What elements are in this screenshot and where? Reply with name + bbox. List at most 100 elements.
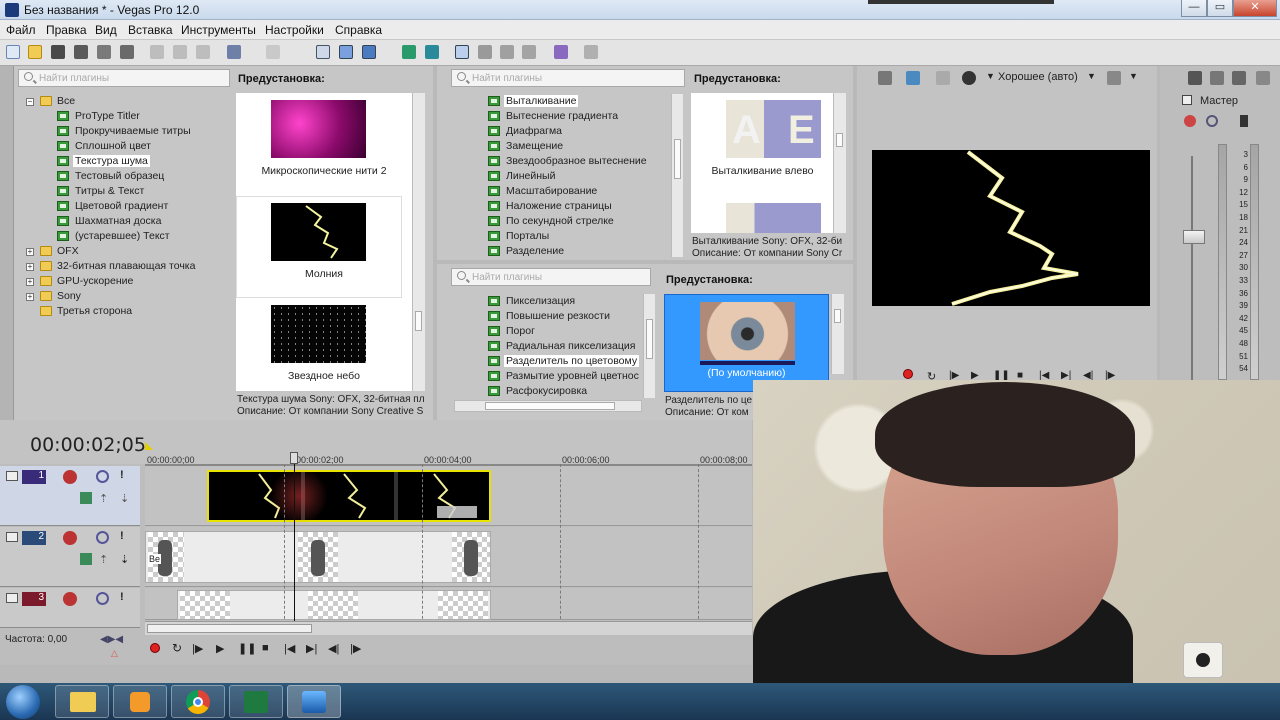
mute-track-icon[interactable]: [96, 531, 109, 544]
play-from-start-icon[interactable]: |▶: [192, 642, 203, 655]
expand-icon[interactable]: +: [26, 293, 34, 301]
video-clip-robot[interactable]: Ве: [145, 531, 491, 583]
record-icon[interactable]: [903, 369, 913, 379]
external-monitor-icon[interactable]: [906, 71, 920, 85]
quality-dropdown[interactable]: Хорошее (авто): [998, 71, 1078, 83]
go-to-end-icon[interactable]: ▶|: [306, 642, 317, 655]
tree-item[interactable]: Шахматная доска: [75, 215, 161, 227]
transition-item[interactable]: Вытеснение градиента: [506, 110, 618, 122]
maximize-button[interactable]: ▭: [1207, 0, 1233, 17]
taskbar-excel[interactable]: [229, 685, 283, 718]
track-fx-icon[interactable]: [63, 470, 77, 484]
scroll-thumb[interactable]: [836, 133, 843, 147]
clip-fx-icons[interactable]: [437, 506, 477, 518]
fx-item[interactable]: Порог: [506, 325, 535, 337]
crossfade-icon[interactable]: [425, 45, 439, 59]
mixer-icon[interactable]: [1188, 71, 1202, 85]
plugin-search[interactable]: Найти плагины: [451, 69, 685, 87]
tree-item[interactable]: ProType Titler: [75, 110, 140, 122]
save-icon[interactable]: [51, 45, 65, 59]
paint-icon[interactable]: [554, 45, 568, 59]
transition-item-selected[interactable]: Выталкивание: [504, 95, 579, 107]
tree-item-folder[interactable]: Sony: [57, 290, 81, 302]
mute-icon[interactable]: [1256, 71, 1270, 85]
tree-item[interactable]: Цветовой градиент: [75, 200, 168, 212]
parent-icon[interactable]: ⇡: [99, 492, 108, 505]
menu-settings[interactable]: Настройки: [265, 23, 324, 37]
chevron-down-icon[interactable]: ▼: [1087, 71, 1096, 81]
presets-scrollbar[interactable]: [831, 294, 844, 374]
selection-tool-icon[interactable]: [500, 45, 514, 59]
rate-slider-icon[interactable]: ◀▶◀: [100, 634, 123, 645]
scroll-thumb[interactable]: [415, 311, 422, 331]
loop-icon[interactable]: ↻: [172, 641, 182, 655]
close-button[interactable]: ✕: [1233, 0, 1277, 17]
chevron-down-icon[interactable]: ▼: [1129, 71, 1138, 81]
prev-frame-icon[interactable]: ◀|: [328, 642, 339, 655]
tree-item-all[interactable]: Все: [57, 95, 75, 107]
preset-thumbnail[interactable]: A E: [726, 100, 821, 158]
transition-item[interactable]: Разделение: [506, 245, 564, 257]
mono-icon[interactable]: [1232, 71, 1246, 85]
playhead-handle[interactable]: [290, 452, 298, 464]
ignore-grouping-icon[interactable]: [402, 45, 416, 59]
master-checkbox[interactable]: [1182, 95, 1192, 105]
preset-thumbnail[interactable]: [726, 203, 821, 233]
chevron-down-icon[interactable]: ▼: [986, 71, 995, 81]
snap-icon[interactable]: [316, 45, 330, 59]
collapse-track-icon[interactable]: [6, 593, 18, 603]
play-icon[interactable]: ▶: [216, 642, 224, 655]
transition-item[interactable]: По секундной стрелке: [506, 215, 614, 227]
transition-item[interactable]: Линейный: [506, 170, 555, 182]
transitions-scrollbar[interactable]: [671, 94, 683, 257]
presets-scrollbar[interactable]: [412, 93, 425, 391]
collapse-icon[interactable]: −: [26, 98, 34, 106]
next-frame-icon[interactable]: |▶: [350, 642, 361, 655]
track-header-3[interactable]: 3 !: [0, 588, 140, 628]
track-header-2[interactable]: 2 ! ⇡ ⇣: [0, 527, 140, 587]
preset-label[interactable]: Микроскопические нити 2: [236, 165, 412, 177]
transition-item[interactable]: Диафрагма: [506, 125, 562, 137]
overlays-icon[interactable]: [1107, 71, 1121, 85]
fx-hscrollbar[interactable]: [454, 400, 642, 412]
preset-thumbnail[interactable]: [271, 100, 366, 158]
menu-view[interactable]: Вид: [95, 23, 117, 37]
auto-ripple-icon[interactable]: [339, 45, 353, 59]
track-fx-icon[interactable]: [63, 531, 77, 545]
transition-item[interactable]: Наложение страницы: [506, 200, 612, 212]
compositing-icon[interactable]: [80, 553, 92, 565]
tree-item-folder[interactable]: Третья сторона: [57, 305, 132, 317]
stop-icon[interactable]: ■: [262, 642, 269, 654]
info-icon[interactable]: [1240, 115, 1248, 127]
undo-icon[interactable]: [227, 45, 241, 59]
render-icon[interactable]: [97, 45, 111, 59]
expand-icon[interactable]: +: [26, 248, 34, 256]
video-clip-robot[interactable]: [177, 590, 491, 620]
preset-selected[interactable]: (По умолчанию): [664, 294, 829, 392]
track-header-1[interactable]: 1 ! ⇡ ⇣: [0, 466, 140, 526]
go-to-start-icon[interactable]: |◀: [284, 642, 295, 655]
master-fader[interactable]: [1183, 230, 1205, 244]
preset-label[interactable]: Звездное небо: [236, 370, 412, 382]
fx-item[interactable]: Размытие уровней цветнос: [506, 370, 639, 382]
tree-item[interactable]: Прокручиваемые титры: [75, 125, 191, 137]
menu-insert[interactable]: Вставка: [128, 23, 173, 37]
video-clip-lightning[interactable]: [207, 470, 491, 522]
fx-item[interactable]: Повышение резкости: [506, 310, 610, 322]
timeline-hscrollbar[interactable]: [145, 621, 752, 635]
zoom-tool-icon[interactable]: [522, 45, 536, 59]
save-as-icon[interactable]: [74, 45, 88, 59]
scroll-thumb[interactable]: [147, 624, 312, 633]
mute-track-icon[interactable]: [96, 592, 109, 605]
expand-icon[interactable]: +: [26, 263, 34, 271]
tree-item[interactable]: (устаревшее) Текст: [75, 230, 170, 242]
menu-edit[interactable]: Правка: [46, 23, 87, 37]
fx-item[interactable]: Радиальная пикселизация: [506, 340, 635, 352]
plugin-search[interactable]: Найти плагины: [18, 69, 230, 87]
record-icon[interactable]: [150, 643, 160, 653]
normal-edit-tool-icon[interactable]: [455, 45, 469, 59]
panel-dock-handle[interactable]: [0, 66, 14, 420]
minimize-button[interactable]: —: [1181, 0, 1207, 17]
tree-item-selected[interactable]: Текстура шума: [73, 155, 150, 167]
tree-item-folder[interactable]: 32-битная плавающая точка: [57, 260, 195, 272]
